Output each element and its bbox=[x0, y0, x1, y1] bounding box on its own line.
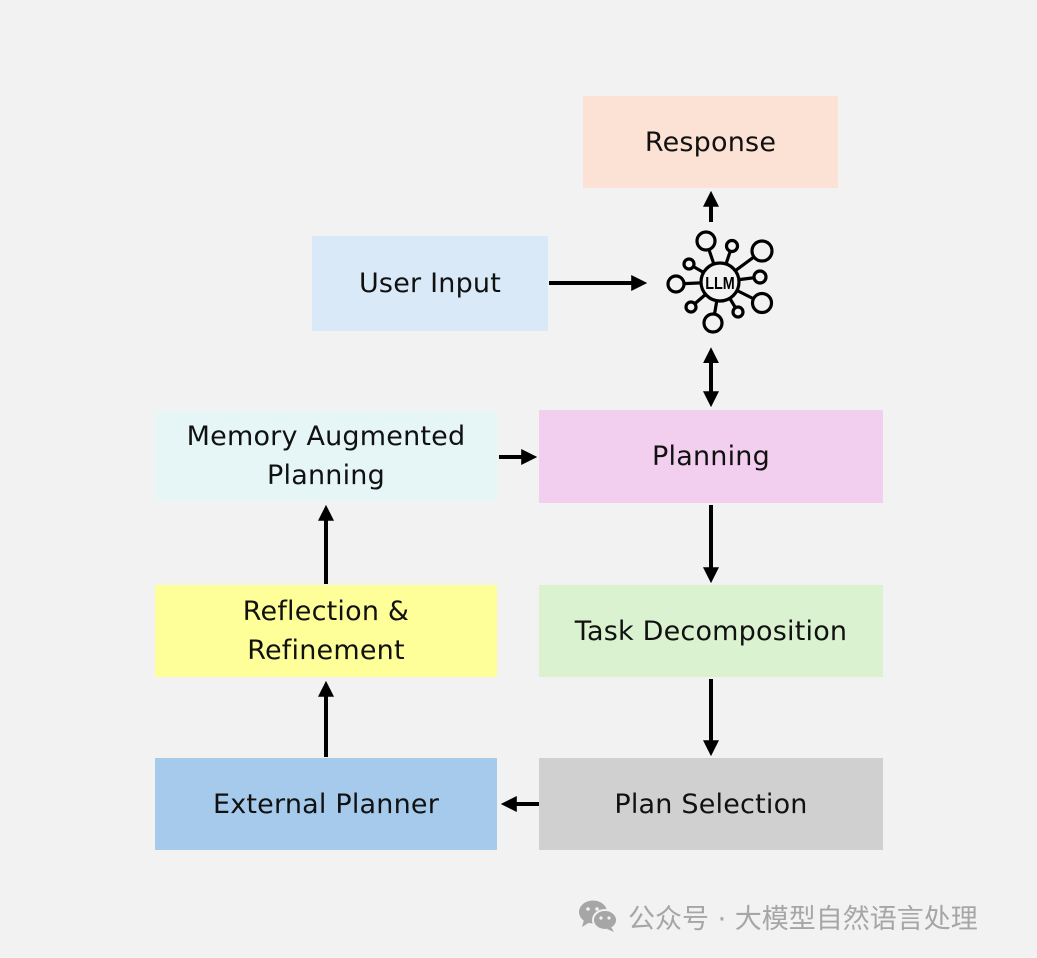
llm-icon-label: LLM bbox=[705, 274, 735, 294]
edges-layer bbox=[318, 190, 719, 812]
wechat-icon bbox=[579, 900, 618, 932]
watermark: 公众号 · 大模型自然语言处理 bbox=[578, 895, 978, 937]
llm-network-icon: LLM bbox=[666, 230, 774, 334]
watermark-text: 公众号 · 大模型自然语言处理 bbox=[628, 903, 978, 935]
